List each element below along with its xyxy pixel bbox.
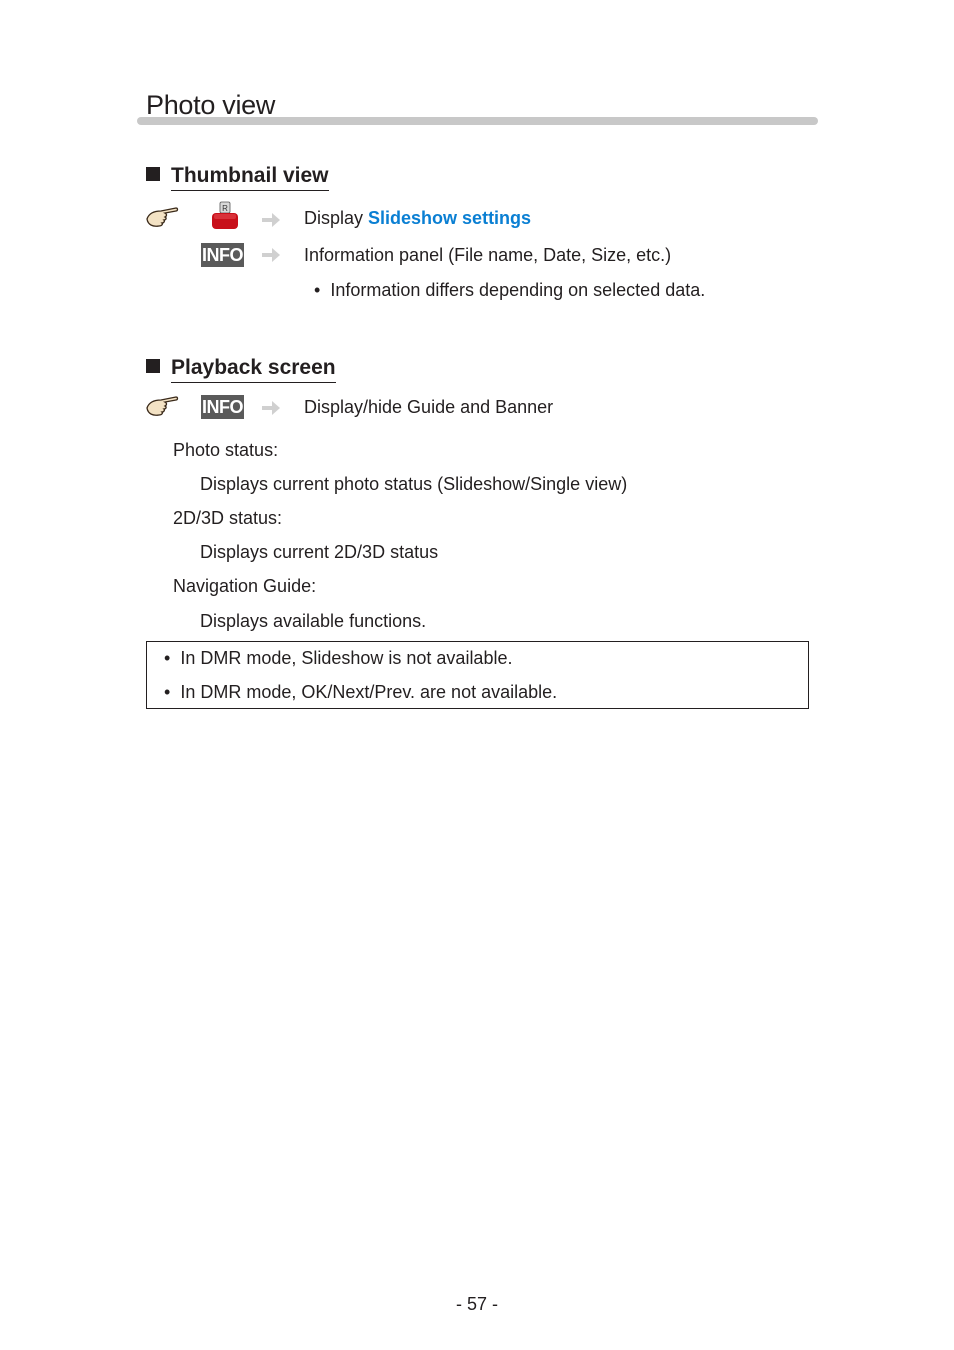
section-heading-label: Thumbnail view: [171, 164, 329, 191]
item-term: Navigation Guide:: [173, 576, 317, 596]
arrow-right-icon: [262, 248, 280, 262]
item-term: Photo status:: [173, 440, 279, 460]
pointing-hand-icon: [146, 207, 179, 227]
section-heading-playback-screen: Playback screen: [146, 355, 336, 383]
note-item: • In DMR mode, OK/Next/Prev. are not ava…: [164, 681, 557, 703]
svg-text:R: R: [222, 204, 228, 213]
red-button-icon: R: [212, 201, 238, 229]
note-item: • In DMR mode, Slideshow is not availabl…: [164, 647, 512, 669]
item-desc: Displays available functions.: [200, 611, 427, 631]
note-text: In DMR mode, OK/Next/Prev. are not avail…: [180, 682, 558, 702]
section-heading-thumbnail-view: Thumbnail view: [146, 163, 329, 191]
bullet-icon: •: [164, 648, 181, 668]
thumbnail-row-red: Display Slideshow settings: [304, 207, 531, 229]
item-term: 2D/3D status:: [173, 508, 283, 528]
bullet-text: Information differs depending on selecte…: [330, 280, 706, 300]
info-button-icon: INFO: [201, 395, 244, 419]
section-heading-label: Playback screen: [171, 356, 336, 383]
item-desc: Displays current photo status (Slideshow…: [200, 474, 628, 494]
thumbnail-row-info: Information panel (File name, Date, Size…: [304, 245, 672, 265]
arrow-right-icon: [262, 213, 280, 227]
bullet-item: • Information differs depending on selec…: [314, 279, 705, 301]
item-desc: Displays current 2D/3D status: [200, 542, 439, 562]
slideshow-settings-link[interactable]: Slideshow settings: [368, 208, 531, 228]
note-text: In DMR mode, Slideshow is not available.: [180, 648, 513, 668]
title-rule: [137, 117, 818, 125]
pointing-hand-icon: [146, 396, 179, 416]
page-number: - 57 -: [455, 1294, 498, 1314]
row-text: Display: [304, 208, 369, 228]
bullet-icon: •: [314, 280, 331, 300]
playback-row-info: Display/hide Guide and Banner: [304, 397, 554, 417]
square-bullet-icon: [146, 359, 160, 373]
bullet-icon: •: [164, 682, 181, 702]
info-button-icon: INFO: [201, 243, 244, 267]
arrow-right-icon: [262, 401, 280, 415]
square-bullet-icon: [146, 167, 160, 181]
